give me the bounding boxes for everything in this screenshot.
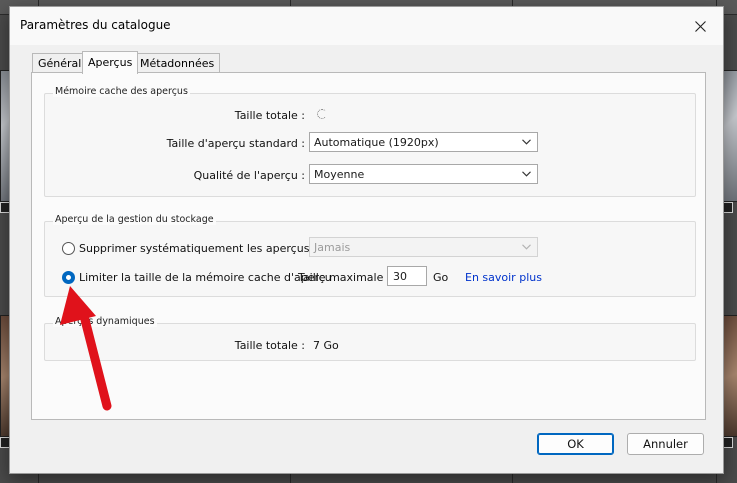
dialog-title: Paramètres du catalogue xyxy=(20,18,171,32)
total-size-label: Taille totale : xyxy=(234,109,305,122)
close-icon xyxy=(694,20,706,32)
learn-more-link[interactable]: En savoir plus xyxy=(465,271,542,284)
size-unit: Go xyxy=(433,271,449,284)
tab-metadata[interactable]: Métadonnées xyxy=(134,53,221,73)
delete-previews-select[interactable]: Jamais xyxy=(309,237,538,257)
standard-size-label: Taille d'aperçu standard : xyxy=(166,137,305,150)
cancel-button[interactable]: Annuler xyxy=(627,433,704,455)
photo-thumbnail[interactable] xyxy=(722,315,737,437)
max-size-value: 30 xyxy=(393,270,407,283)
preview-cache-group: Mémoire cache des aperçus Taille totale … xyxy=(44,86,696,197)
delete-previews-radio[interactable] xyxy=(62,242,75,255)
standard-size-value: Automatique (1920px) xyxy=(314,136,439,149)
max-size-label: Taille maximale : xyxy=(298,271,391,284)
quality-select[interactable]: Moyenne xyxy=(309,164,538,184)
quality-value: Moyenne xyxy=(314,168,365,181)
delete-previews-value: Jamais xyxy=(314,241,351,254)
photo-thumbnail[interactable] xyxy=(722,70,737,202)
standard-size-select[interactable]: Automatique (1920px) xyxy=(309,132,538,152)
limit-cache-label[interactable]: Limiter la taille de la mémoire cache d'… xyxy=(79,271,332,284)
dynamic-total-size-value: 7 Go xyxy=(313,339,339,352)
dynamic-total-size-label: Taille totale : xyxy=(234,339,305,352)
limit-cache-radio[interactable] xyxy=(62,271,75,284)
ok-button[interactable]: OK xyxy=(537,433,614,455)
storage-management-group: Aperçu de la gestion du stockage Supprim… xyxy=(44,214,696,297)
tab-previews[interactable]: Aperçus xyxy=(82,51,139,74)
title-bar: Paramètres du catalogue xyxy=(10,7,723,45)
dynamic-previews-group: Aperçus dynamiques Taille totale : 7 Go xyxy=(44,316,696,361)
chevron-down-icon xyxy=(522,171,531,177)
catalog-settings-dialog: Paramètres du catalogue Général Aperçus … xyxy=(9,6,724,474)
previews-tab-panel: Mémoire cache des aperçus Taille totale … xyxy=(31,72,706,420)
delete-previews-label[interactable]: Supprimer systématiquement les aperçus 1… xyxy=(79,242,338,255)
max-size-input[interactable]: 30 xyxy=(387,266,427,286)
chevron-down-icon xyxy=(522,139,531,145)
group-label: Aperçus dynamiques xyxy=(53,316,157,327)
group-label: Aperçu de la gestion du stockage xyxy=(53,214,216,225)
close-button[interactable] xyxy=(677,7,723,45)
tab-general[interactable]: Général xyxy=(32,53,88,73)
chevron-down-icon xyxy=(522,244,531,250)
quality-label: Qualité de l'aperçu : xyxy=(193,169,305,182)
group-label: Mémoire cache des aperçus xyxy=(53,86,190,97)
loading-spinner-icon xyxy=(317,109,327,119)
